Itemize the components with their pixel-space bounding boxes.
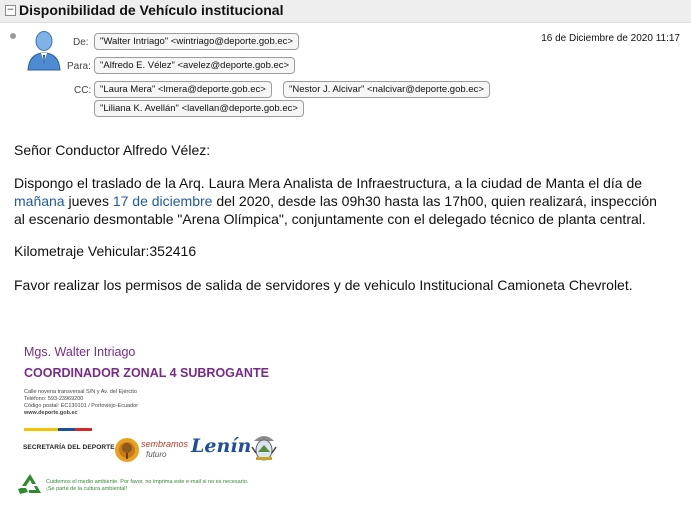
- cc-address-chip[interactable]: "Laura Mera" <lmera@deporte.gob.ec>: [94, 81, 272, 98]
- status-dot-icon: [10, 33, 16, 39]
- signature-phone: Teléfono: 593-23969200: [24, 396, 84, 402]
- cc-address-chip[interactable]: "Liliana K. Avellán" <lavellan@deporte.g…: [94, 100, 304, 117]
- lenin-logo: Lenín: [191, 435, 252, 457]
- cc-address-chip[interactable]: "Nestor J. Alcivar" <nalcivar@deporte.go…: [283, 81, 490, 98]
- ecuador-coat-of-arms-icon: [251, 436, 277, 461]
- signature-name: Mgs. Walter Intriago: [24, 345, 136, 359]
- collapse-toggle-icon[interactable]: −: [5, 5, 16, 16]
- mileage-text: Kilometraje Vehicular:352416: [14, 243, 197, 259]
- signature-postal: Código postal: EC130101 / Portoviejo-Ecu…: [24, 403, 139, 409]
- signature-web: www.deporte.gob.ec: [24, 410, 78, 416]
- body-text: Dispongo el traslado de la Arq. Laura Me…: [14, 175, 643, 191]
- secretaria-deporte-logo: SECRETARÍA DEL DEPORTE: [23, 444, 115, 451]
- body-paragraph-3: Favor realizar los permisos de salida de…: [14, 277, 633, 293]
- message-header-bar: − Disponibilidad de Vehículo institucion…: [0, 0, 691, 23]
- date-link[interactable]: mañana: [14, 193, 65, 209]
- body-text: al escenario desmontable "Arena Olímpica…: [14, 211, 646, 227]
- cc-label: CC:: [74, 85, 92, 96]
- recycle-icon: [18, 474, 41, 494]
- message-subject: Disponibilidad de Vehículo institucional: [19, 2, 284, 18]
- signature-address: Calle novena transversal S/N y Av. del E…: [24, 389, 137, 395]
- logo-text: futuro: [146, 450, 167, 459]
- body-text: del 2020, desde las 09h30 hasta las 17h0…: [212, 193, 657, 209]
- to-address-chip[interactable]: "Alfredo E. Vélez" <avelez@deporte.gob.e…: [94, 57, 296, 74]
- eco-tagline: ¡Se parte de la cultura ambiental!: [46, 486, 128, 492]
- eco-notice: Cuidemos el medio ambiente. Por favor, n…: [46, 479, 249, 485]
- sender-avatar-icon: [27, 31, 61, 71]
- flag-stripe-divider: [24, 428, 92, 431]
- to-label: Para:: [67, 61, 91, 72]
- body-paragraph-1: Dispongo el traslado de la Arq. Laura Me…: [14, 174, 674, 228]
- sembramos-futuro-logo: sembramos futuro: [114, 436, 190, 466]
- body-text: jueves: [64, 193, 113, 209]
- tree-icon: [115, 438, 139, 462]
- signature-role: COORDINADOR ZONAL 4 SUBROGANTE: [24, 366, 269, 380]
- date-link[interactable]: 17 de diciembre: [113, 193, 213, 209]
- message-date: 16 de Diciembre de 2020 11:17: [541, 33, 680, 44]
- from-label: De:: [73, 37, 89, 48]
- from-address-chip[interactable]: "Walter Intriago" <wintriago@deporte.gob…: [94, 33, 299, 50]
- greeting-text: Señor Conductor Alfredo Vélez:: [14, 142, 211, 158]
- logo-text: sembramos: [141, 439, 189, 449]
